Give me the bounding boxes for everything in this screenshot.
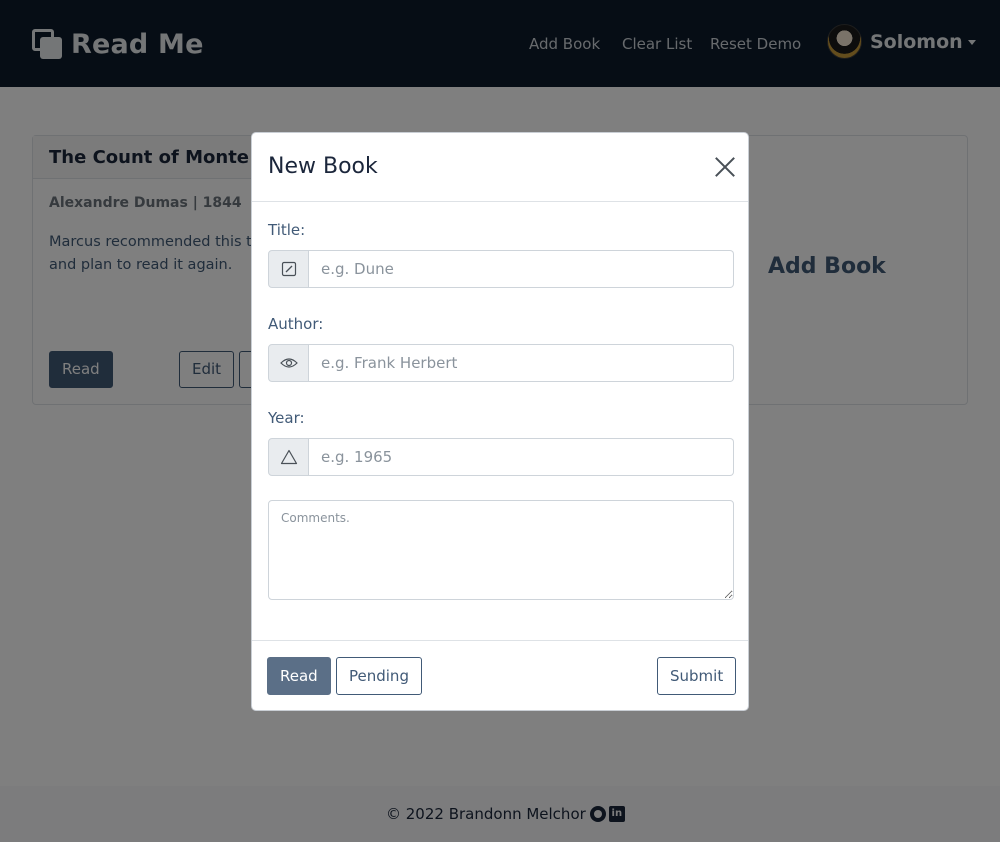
submit-button[interactable]: Submit: [657, 657, 737, 695]
author-input-group: [268, 344, 734, 382]
pencil-square-icon: [268, 250, 309, 288]
modal-header: New Book: [252, 133, 748, 202]
new-book-modal: New Book Title: Author: Year: Read Pendi…: [251, 132, 749, 711]
modal-title: New Book: [268, 154, 378, 179]
comments-textarea[interactable]: [268, 500, 734, 600]
triangle-icon: [268, 438, 309, 476]
title-label: Title:: [268, 221, 306, 239]
eye-icon: [268, 344, 309, 382]
year-input[interactable]: [309, 438, 734, 476]
pending-toggle-button[interactable]: Pending: [336, 657, 422, 695]
close-icon[interactable]: [714, 156, 736, 178]
title-input-group: [268, 250, 734, 288]
year-label: Year:: [268, 409, 305, 427]
title-input[interactable]: [309, 250, 734, 288]
modal-footer: Read Pending Submit: [252, 640, 748, 710]
author-input[interactable]: [309, 344, 734, 382]
year-input-group: [268, 438, 734, 476]
author-label: Author:: [268, 315, 324, 333]
read-toggle-button[interactable]: Read: [267, 657, 331, 695]
